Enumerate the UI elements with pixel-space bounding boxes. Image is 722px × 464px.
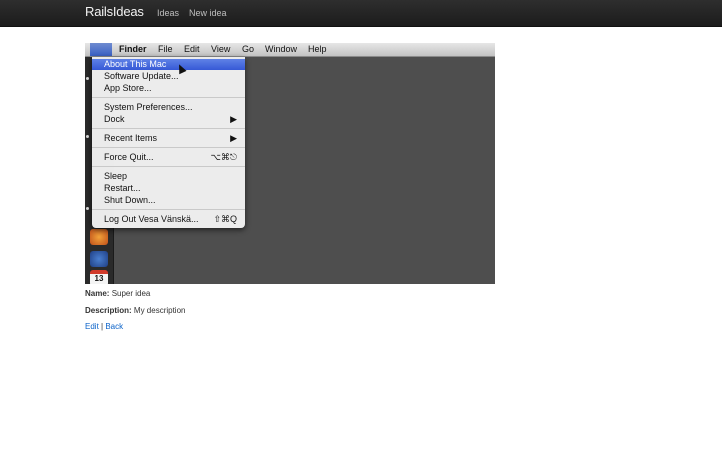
menu-item-app-store: App Store... [104, 83, 152, 93]
dock-running-dot [86, 207, 89, 210]
menu-separator [92, 128, 245, 129]
submenu-arrow-icon: ▶ [230, 133, 237, 143]
description-label: Description: [85, 306, 132, 315]
menubar-window: Window [265, 44, 298, 54]
dock-running-dot [86, 135, 89, 138]
top-navbar: RailsIdeas Ideas New idea [0, 0, 722, 27]
menu-item-recent-items: Recent Items ▶ [104, 133, 237, 143]
menu-shortcut: ⇧⌘Q [213, 214, 237, 224]
menu-separator [92, 147, 245, 148]
name-label: Name: [85, 289, 110, 298]
link-separator: | [101, 322, 104, 331]
menu-item-system-preferences: System Preferences... [104, 102, 193, 112]
menubar-view: View [211, 44, 231, 54]
globe-icon [90, 251, 108, 267]
mac-menubar: Finder File Edit View Go Window Help [85, 43, 495, 57]
menubar-finder: Finder [119, 44, 147, 54]
idea-description: Description: My description [85, 306, 185, 315]
menu-item-dock: Dock ▶ [104, 114, 237, 124]
submenu-arrow-icon: ▶ [230, 114, 237, 124]
nav-link-ideas[interactable]: Ideas [157, 8, 179, 18]
menu-item-sleep: Sleep [104, 171, 128, 181]
back-link[interactable]: Back [105, 322, 123, 331]
menu-item-force-quit: Force Quit... ⌥⌘⎋ [104, 152, 238, 162]
menubar-edit: Edit [184, 44, 200, 54]
menu-shortcut: ⌥⌘⎋ [210, 152, 238, 162]
menu-separator [92, 209, 245, 210]
dock-running-dot [86, 77, 89, 80]
firefox-icon [90, 229, 108, 245]
menubar-help: Help [308, 44, 327, 54]
edit-link[interactable]: Edit [85, 322, 99, 331]
menu-item-log-out: Log Out Vesa Vänskä... ⇧⌘Q [104, 214, 237, 224]
idea-image: Finder File Edit View Go Window Help 13 … [85, 43, 495, 284]
menu-item-about-this-mac: About This Mac [92, 59, 245, 70]
menu-item-software-update: Software Update... [104, 71, 179, 81]
action-links: Edit | Back [85, 322, 123, 331]
brand-logo[interactable]: RailsIdeas [85, 4, 144, 19]
idea-name: Name: Super idea [85, 289, 150, 298]
menubar-file: File [158, 44, 173, 54]
calendar-day: 13 [94, 274, 104, 283]
calendar-icon: 13 [90, 270, 108, 284]
description-value: My description [133, 306, 186, 315]
menubar-go: Go [242, 44, 255, 54]
nav-link-new-idea[interactable]: New idea [189, 8, 227, 18]
apple-menu-tab [90, 43, 112, 56]
name-value: Super idea [111, 289, 151, 298]
menu-item-restart: Restart... [104, 183, 141, 193]
menu-item-shut-down: Shut Down... [104, 195, 156, 205]
apple-dropdown-menu: About This Mac Software Update... App St… [92, 57, 245, 228]
menu-separator [92, 166, 245, 167]
menu-separator [92, 97, 245, 98]
